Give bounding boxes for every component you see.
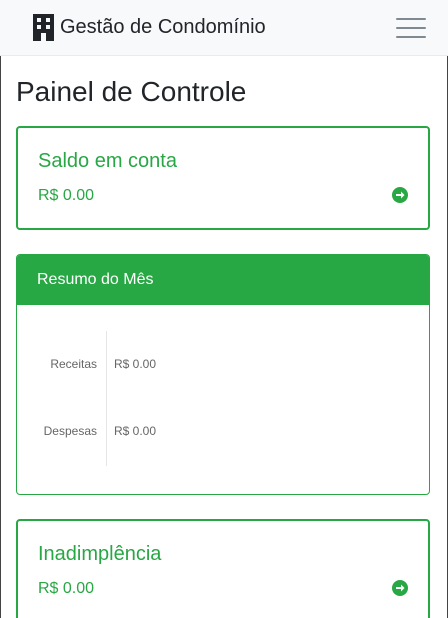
chart-value-label: R$ 0.00: [114, 424, 157, 438]
brand-text: Gestão de Condomínio: [60, 16, 266, 38]
defaults-card-title: Inadimplência: [38, 543, 162, 565]
monthly-summary-card: Resumo do Mês Receitas R$ 0.00 Despesas R$ …: [16, 254, 430, 495]
chart-axis: [106, 331, 107, 466]
arrow-circle-right-icon[interactable]: [392, 580, 408, 596]
monthly-summary-chart: Receitas R$ 0.00 Despesas R$ 0.00: [17, 305, 429, 494]
balance-card-value: R$ 0.00: [38, 187, 95, 204]
chart-category-label: Receitas: [50, 357, 97, 371]
page-border-left: [0, 56, 1, 618]
page-title: Painel de Controle: [16, 76, 247, 107]
monthly-summary-header: Resumo do Mês: [17, 255, 429, 305]
brand-link[interactable]: Gestão de Condomínio: [32, 14, 266, 41]
defaults-card-value: R$ 0.00: [38, 580, 95, 597]
navbar: Gestão de Condomínio: [0, 0, 448, 56]
arrow-circle-right-icon[interactable]: [392, 187, 408, 203]
defaults-card: Inadimplência R$ 0.00: [16, 519, 430, 618]
chart-value-label: R$ 0.00: [114, 357, 157, 371]
chart-category-label: Despesas: [43, 424, 97, 438]
building-icon: [33, 14, 54, 41]
hamburger-menu-icon[interactable]: [396, 13, 426, 43]
balance-card-title: Saldo em conta: [38, 150, 177, 172]
balance-card: Saldo em conta R$ 0.00: [16, 126, 430, 230]
